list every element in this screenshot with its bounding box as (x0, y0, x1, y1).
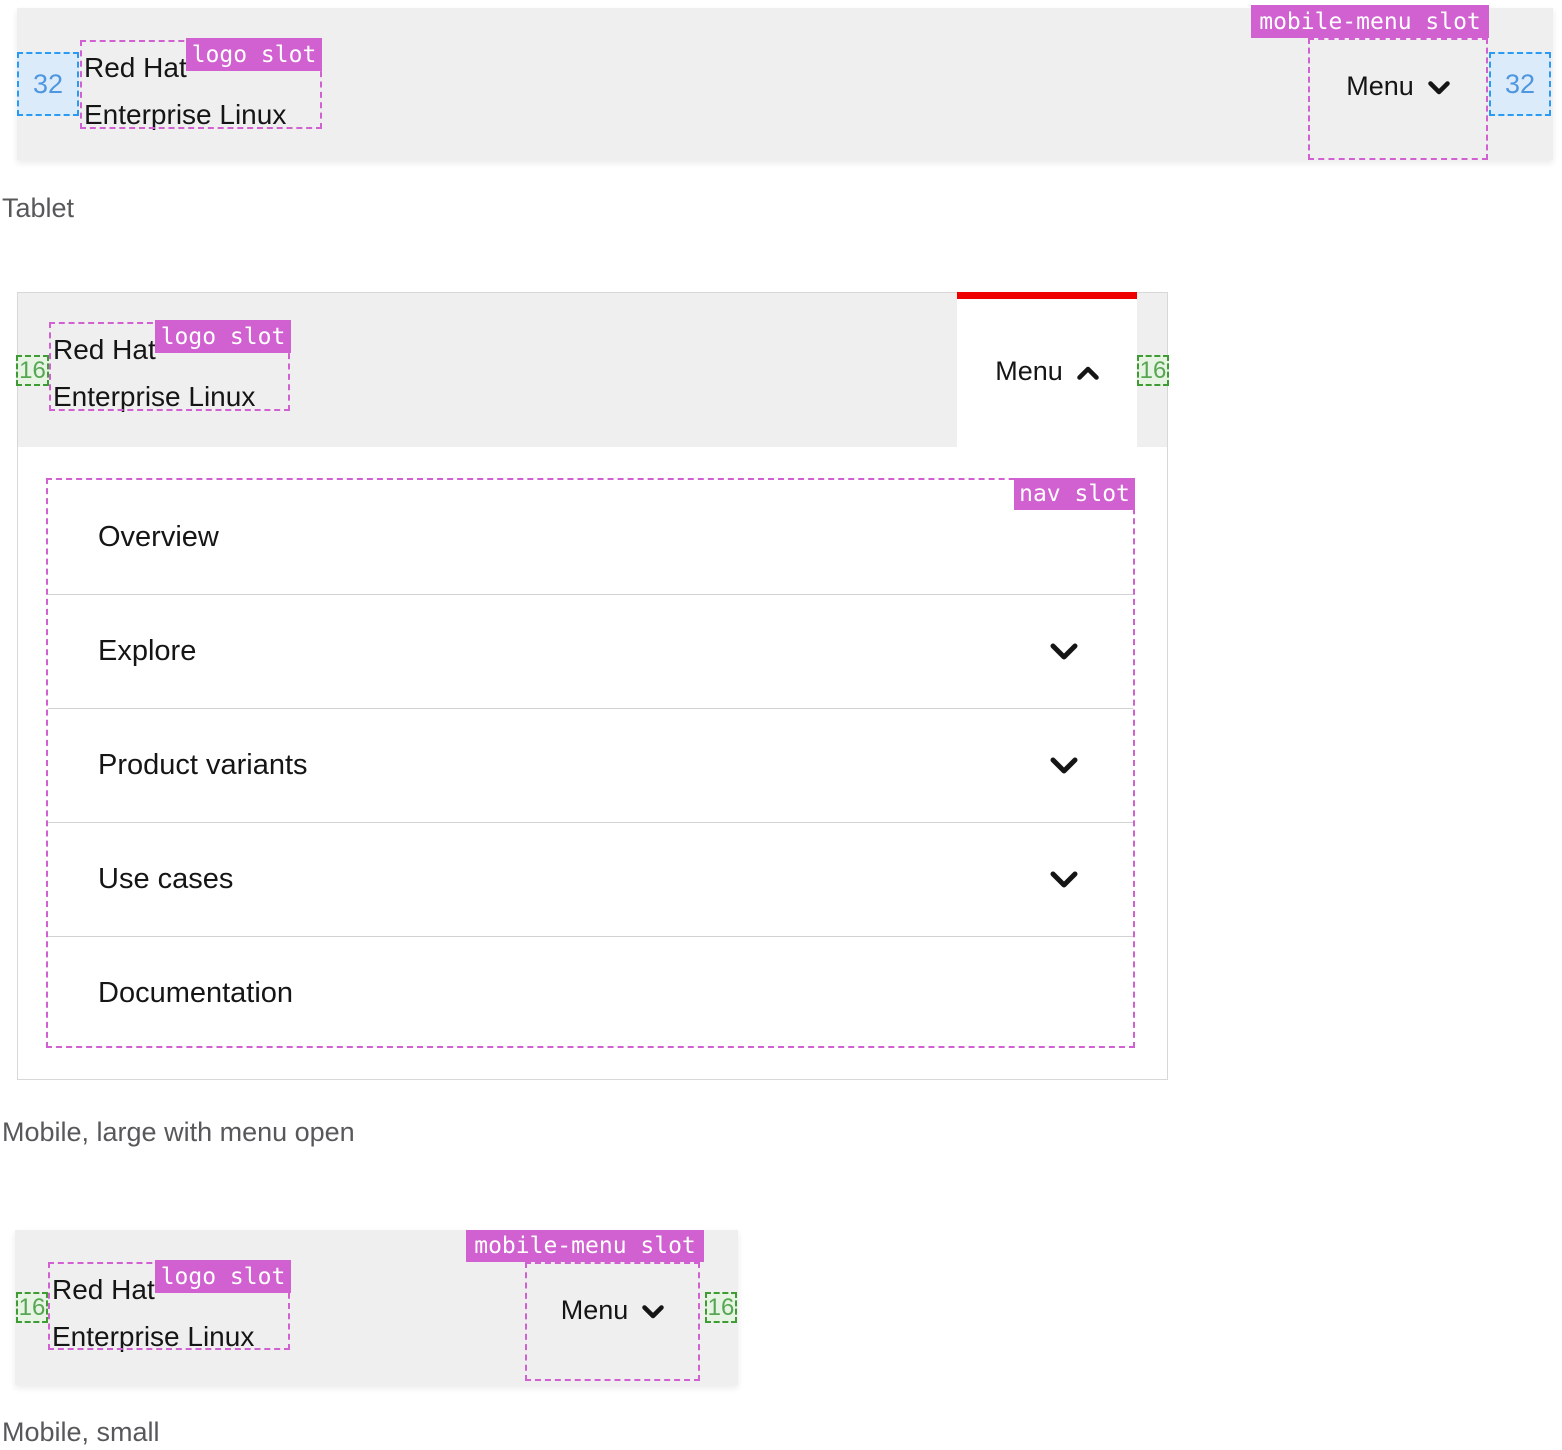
menu-button-label: Menu (995, 356, 1063, 387)
chevron-down-icon (1050, 749, 1078, 782)
spacing-value: 32 (33, 69, 63, 100)
variant-caption-mobile-large: Mobile, large with menu open (2, 1117, 355, 1148)
nav-item-documentation[interactable]: Documentation (48, 936, 1133, 1050)
nav-item-label: Overview (98, 521, 219, 554)
nav-item-explore[interactable]: Explore (48, 594, 1133, 708)
nav-item-label: Product variants (98, 749, 308, 782)
spacing-value: 16 (708, 1294, 735, 1322)
chevron-down-icon (1050, 863, 1078, 896)
chevron-down-icon (1428, 71, 1450, 102)
menu-button[interactable]: Menu (525, 1288, 700, 1332)
menu-button[interactable]: Menu (1308, 64, 1488, 108)
nav-item-label: Use cases (98, 863, 233, 896)
spacing-value: 16 (1140, 357, 1167, 385)
logo-slot-label: logo slot (155, 320, 291, 353)
spec-canvas: 32 Red Hat Enterprise Linux logo slot mo… (0, 0, 1562, 1450)
menu-open-accent-bar (957, 292, 1137, 299)
nav-item-overview[interactable]: Overview (48, 480, 1133, 594)
nav-item-label: Documentation (98, 977, 293, 1010)
spacing-value: 16 (19, 357, 46, 385)
spacing-marker-right-32: 32 (1489, 52, 1551, 116)
mobile-menu-slot-label: mobile-menu slot (1251, 5, 1489, 38)
menu-button-label: Menu (561, 1295, 629, 1326)
nav-slot-label: nav slot (1014, 478, 1135, 510)
chevron-down-icon (1050, 635, 1078, 668)
spacing-marker-right-16: 16 (1137, 355, 1169, 386)
nav-item-label: Explore (98, 635, 196, 668)
variant-caption-tablet: Tablet (2, 193, 74, 224)
logo-slot-label: logo slot (155, 1260, 291, 1293)
mobile-menu-slot-label: mobile-menu slot (466, 1230, 704, 1262)
spacing-marker-right-16: 16 (705, 1292, 737, 1323)
chevron-down-icon (642, 1295, 664, 1326)
spacing-marker-left-16: 16 (16, 355, 49, 386)
nav-item-product-variants[interactable]: Product variants (48, 708, 1133, 822)
menu-button[interactable]: Menu (957, 349, 1137, 393)
spacing-marker-left-32: 32 (17, 52, 79, 116)
nav-slot-box: Overview Explore Product variants Use ca… (46, 478, 1135, 1048)
chevron-up-icon (1077, 356, 1099, 387)
variant-caption-mobile-small: Mobile, small (2, 1417, 160, 1448)
menu-button-label: Menu (1346, 71, 1414, 102)
logo-slot-label: logo slot (186, 38, 322, 71)
spacing-marker-left-16: 16 (16, 1292, 48, 1323)
nav-item-use-cases[interactable]: Use cases (48, 822, 1133, 936)
spacing-value: 16 (19, 1294, 46, 1322)
spacing-value: 32 (1505, 69, 1535, 100)
